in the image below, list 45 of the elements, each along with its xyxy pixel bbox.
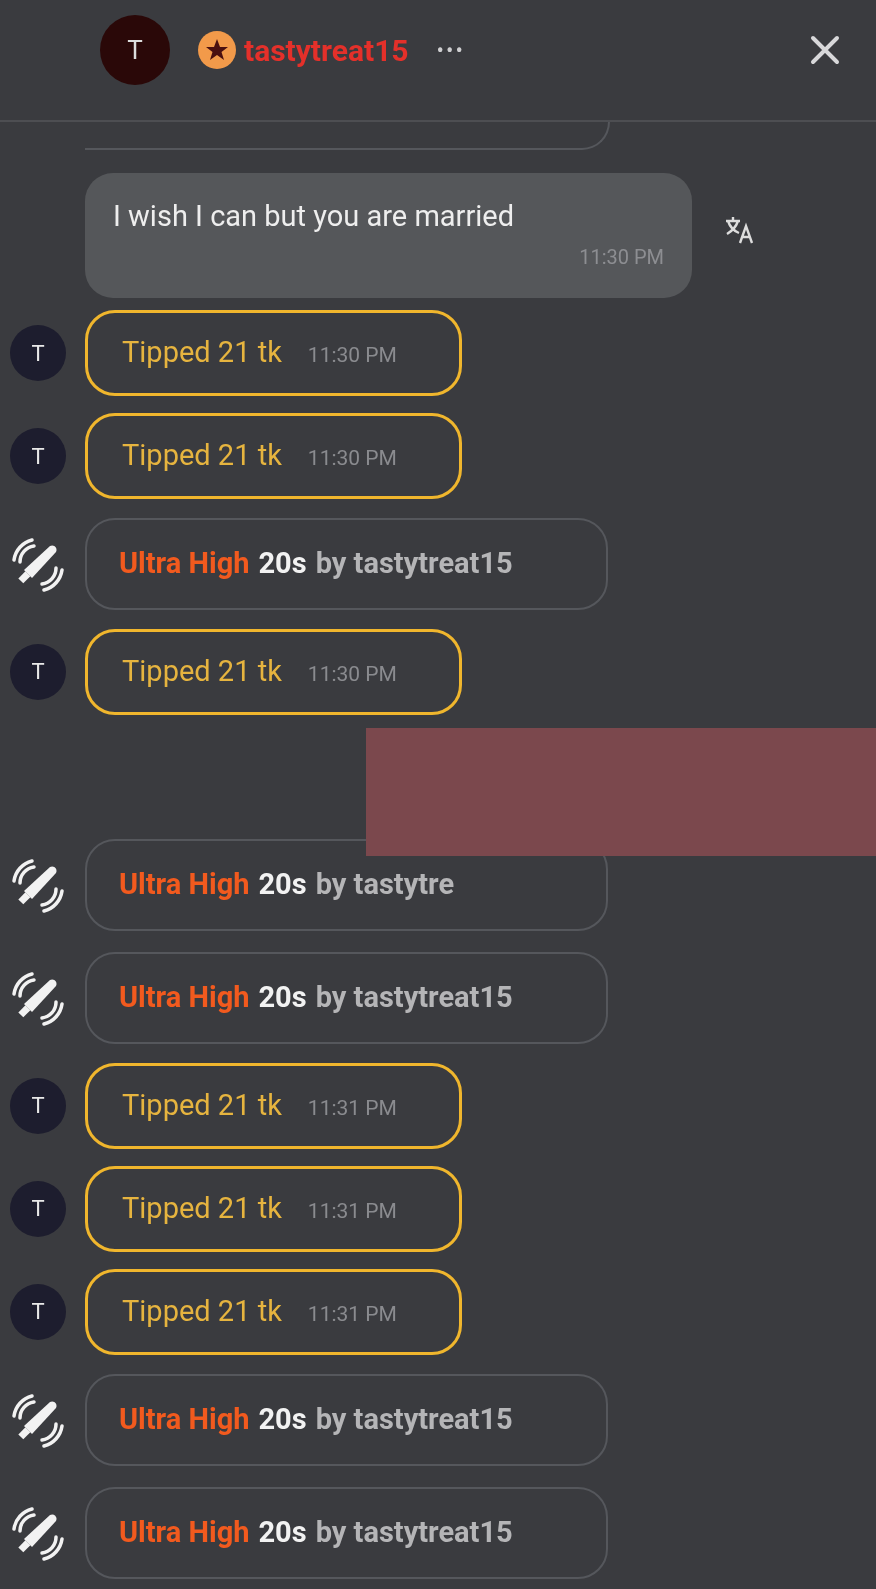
vibration-duration: 20s xyxy=(258,545,307,583)
vibrator-icon xyxy=(10,1504,66,1561)
user-avatar[interactable]: T xyxy=(100,15,170,85)
vibrator-icon xyxy=(10,536,66,593)
star-badge-icon xyxy=(198,31,236,69)
tip-text: Tipped 21 tk xyxy=(122,334,282,372)
tip-time: 11:31 PM xyxy=(307,1301,397,1328)
tip-time: 11:30 PM xyxy=(307,342,397,370)
vibration-duration: 20s xyxy=(258,866,307,904)
vibrator-icon xyxy=(10,856,66,913)
vibration-duration: 20s xyxy=(258,1513,307,1551)
vibration-sender: by tastytreat15 xyxy=(315,1513,513,1551)
tip-time: 11:30 PM xyxy=(307,661,397,689)
vibration-sender: by tastytre xyxy=(315,866,455,904)
vibration-level: Ultra High xyxy=(119,979,250,1016)
close-icon[interactable] xyxy=(810,35,840,65)
vibration-duration: 20s xyxy=(258,1400,307,1438)
tip-text: Tipped 21 tk xyxy=(122,1190,282,1227)
tip-time: 11:31 PM xyxy=(307,1198,397,1225)
tip-text: Tipped 21 tk xyxy=(122,437,282,475)
translate-icon[interactable] xyxy=(724,215,756,246)
vibration-level: Ultra High xyxy=(119,1400,250,1438)
vibration-level: Ultra High xyxy=(119,866,250,904)
tip-text: Tipped 21 tk xyxy=(122,653,282,691)
vibration-level: Ultra High xyxy=(119,545,250,583)
user-avatar: T xyxy=(10,428,66,485)
more-button[interactable]: ••• xyxy=(436,33,465,67)
user-avatar: T xyxy=(10,1180,66,1237)
tip-time: 11:31 PM xyxy=(307,1094,397,1122)
vibration-sender: by tastytreat15 xyxy=(315,979,513,1016)
vibration-sender: by tastytreat15 xyxy=(315,545,513,583)
user-avatar: T xyxy=(10,644,66,700)
message-text: I wish I can but you are married xyxy=(113,197,516,235)
user-avatar: T xyxy=(10,1283,66,1340)
vibration-level: Ultra High xyxy=(119,1513,250,1551)
vibration-sender: by tastytreat15 xyxy=(315,1400,513,1438)
vibrator-icon xyxy=(10,1391,66,1448)
user-avatar: T xyxy=(10,325,66,382)
tip-time: 11:30 PM xyxy=(307,445,397,473)
tip-text: Tipped 21 tk xyxy=(122,1293,282,1330)
tip-text: Tipped 21 tk xyxy=(122,1086,282,1124)
user-avatar: T xyxy=(10,1077,66,1134)
message-time: 11:30 PM xyxy=(579,244,664,272)
vibrator-icon xyxy=(10,969,66,1026)
vibration-duration: 20s xyxy=(258,979,307,1016)
